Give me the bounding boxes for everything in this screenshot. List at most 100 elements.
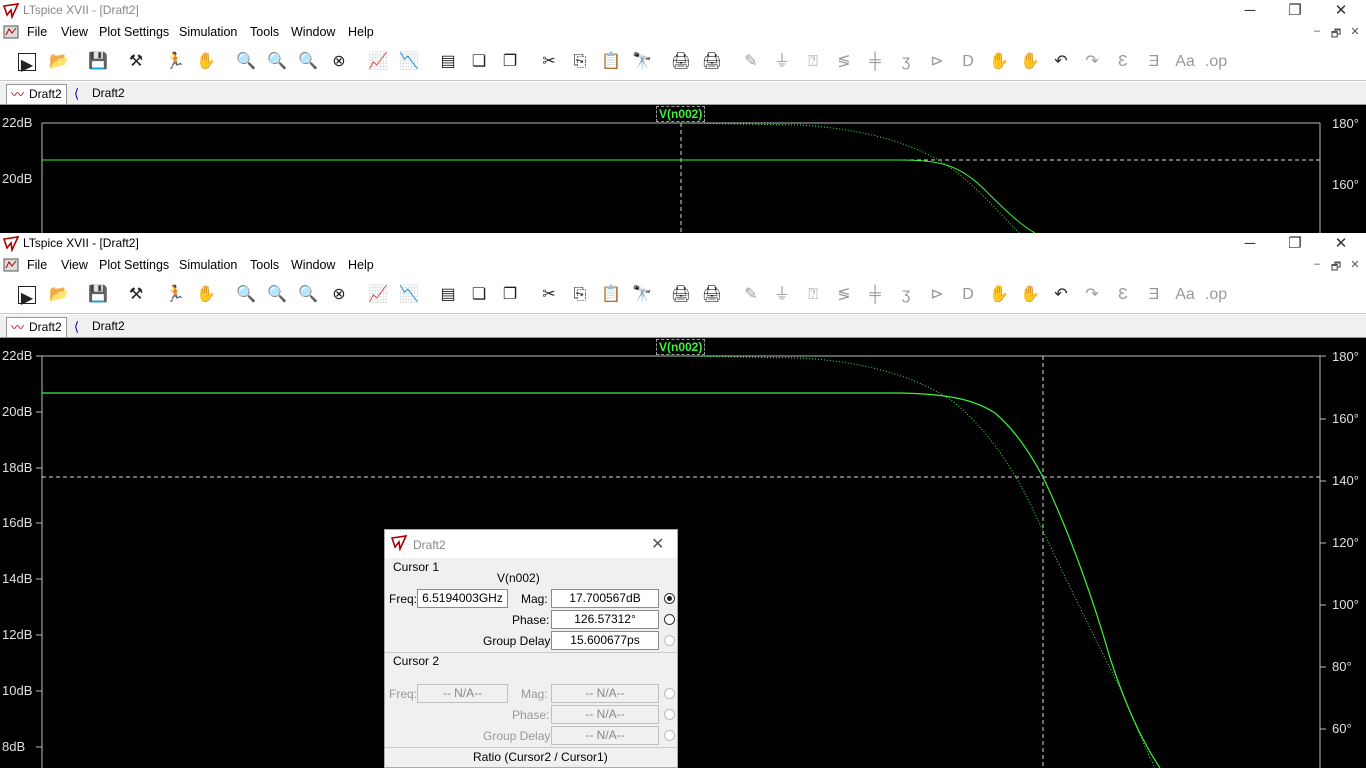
cursor1-phase-radio[interactable] — [664, 614, 675, 625]
cursor2-group-delay-field[interactable]: -- N/A-- — [551, 726, 659, 745]
diode-icon[interactable]: ⊳ — [925, 283, 949, 307]
print-icon[interactable]: 🖨 — [700, 283, 724, 307]
cursor1-freq-field[interactable]: 6.5194003GHz — [417, 589, 508, 608]
zoom-in-icon[interactable]: 🔍 — [234, 283, 258, 307]
tile-horizontal-icon[interactable]: ▤ — [436, 283, 460, 307]
zoom-area-icon[interactable]: 🔍 — [265, 50, 289, 74]
drag-icon[interactable]: ✋ — [1018, 50, 1042, 74]
tab-schematic[interactable]: ⟨ Draft2 — [70, 317, 129, 336]
minimize-button[interactable]: ─ — [1227, 0, 1273, 22]
move-icon[interactable]: ✋ — [987, 283, 1011, 307]
menu-simulation[interactable]: Simulation — [179, 25, 237, 39]
cursor1-group-delay-field[interactable]: 15.600677ps — [551, 631, 659, 650]
cursor2-mag-radio[interactable] — [664, 688, 675, 699]
cascade-icon[interactable]: ❏ — [467, 50, 491, 74]
rotate-icon[interactable]: Ɛ — [1111, 283, 1135, 307]
undo-icon[interactable]: ↶ — [1049, 283, 1073, 307]
paste-icon[interactable]: 📋 — [599, 50, 623, 74]
cut-icon[interactable]: ✂ — [537, 283, 561, 307]
zoom-cancel-icon[interactable]: ⊗ — [327, 50, 351, 74]
autorange-icon[interactable]: 📈 — [366, 50, 390, 74]
mirror-icon[interactable]: Ǝ — [1142, 283, 1166, 307]
menu-window[interactable]: Window — [291, 25, 335, 39]
document-icon[interactable] — [3, 24, 19, 40]
minimize-button[interactable]: ─ — [1227, 233, 1273, 255]
menu-help[interactable]: Help — [348, 25, 374, 39]
paste-icon[interactable]: 📋 — [599, 283, 623, 307]
open-folder-icon[interactable]: 📂 — [47, 283, 71, 307]
pan-hand-icon[interactable]: ✋ — [194, 283, 218, 307]
wire-icon[interactable]: ✎ — [739, 283, 763, 307]
close-icon[interactable]: ✕ — [651, 534, 664, 554]
close-button[interactable]: ✕ — [1318, 233, 1364, 255]
menu-view[interactable]: View — [61, 25, 88, 39]
mirror-icon[interactable]: Ǝ — [1142, 50, 1166, 74]
spice-directive-icon[interactable]: .op — [1204, 50, 1228, 74]
menu-tools[interactable]: Tools — [250, 258, 279, 272]
run-icon[interactable]: ▶ — [15, 50, 39, 74]
menu-file[interactable]: File — [27, 25, 47, 39]
component-icon[interactable]: D — [956, 283, 980, 307]
document-icon[interactable] — [3, 257, 19, 273]
plot-settings-icon[interactable]: 📉 — [397, 283, 421, 307]
print-preview-icon[interactable]: 🖨 — [669, 283, 693, 307]
cursor2-freq-field[interactable]: -- N/A-- — [417, 684, 508, 703]
text-icon[interactable]: Aa — [1173, 283, 1197, 307]
redo-icon[interactable]: ↷ — [1080, 50, 1104, 74]
cursor1-phase-field[interactable]: 126.57312° — [551, 610, 659, 629]
print-preview-icon[interactable]: 🖨 — [669, 50, 693, 74]
zoom-area-icon[interactable]: 🔍 — [265, 283, 289, 307]
trace-label[interactable]: V(n002) — [656, 339, 706, 355]
tab-waveform[interactable]: 〰 Draft2 — [6, 84, 67, 104]
label-net-icon[interactable]: ⍰ — [801, 283, 825, 307]
plot-settings-icon[interactable]: 📉 — [397, 50, 421, 74]
tile-vertical-icon[interactable]: ❐ — [498, 283, 522, 307]
ground-icon[interactable]: ⏚ — [770, 50, 794, 74]
run-man-icon[interactable]: 🏃 — [163, 283, 187, 307]
redo-icon[interactable]: ↷ — [1080, 283, 1104, 307]
tab-waveform[interactable]: 〰 Draft2 — [6, 317, 67, 337]
inductor-icon[interactable]: ʒ — [894, 50, 918, 74]
pan-hand-icon[interactable]: ✋ — [194, 50, 218, 74]
menu-help[interactable]: Help — [348, 258, 374, 272]
zoom-out-icon[interactable]: 🔍 — [296, 283, 320, 307]
run-icon[interactable]: ▶ — [15, 283, 39, 307]
cursor2-mag-field[interactable]: -- N/A-- — [551, 684, 659, 703]
wire-icon[interactable]: ✎ — [739, 50, 763, 74]
move-icon[interactable]: ✋ — [987, 50, 1011, 74]
mdi-close-button[interactable]: ✕ — [1347, 25, 1363, 38]
restore-button[interactable]: ❐ — [1272, 233, 1318, 255]
menu-plot-settings[interactable]: Plot Settings — [99, 25, 169, 39]
diode-icon[interactable]: ⊳ — [925, 50, 949, 74]
save-icon[interactable]: 💾 — [86, 283, 110, 307]
inductor-icon[interactable]: ʒ — [894, 283, 918, 307]
tile-horizontal-icon[interactable]: ▤ — [436, 50, 460, 74]
control-panel-icon[interactable]: ⚒ — [124, 50, 148, 74]
cursor2-group-delay-radio[interactable] — [664, 730, 675, 741]
zoom-cancel-icon[interactable]: ⊗ — [327, 283, 351, 307]
label-net-icon[interactable]: ⍰ — [801, 50, 825, 74]
cascade-icon[interactable]: ❏ — [467, 283, 491, 307]
copy-icon[interactable]: ⎘ — [568, 50, 592, 74]
plot-area[interactable]: V(n002) 22dB 20dB 18dB 16dB 14dB 12dB 10… — [0, 338, 1366, 768]
undo-icon[interactable]: ↶ — [1049, 50, 1073, 74]
cursor2-phase-field[interactable]: -- N/A-- — [551, 705, 659, 724]
close-button[interactable]: ✕ — [1318, 0, 1364, 22]
cursor2-phase-radio[interactable] — [664, 709, 675, 720]
component-icon[interactable]: D — [956, 50, 980, 74]
cursor1-group-delay-radio[interactable] — [664, 635, 675, 646]
capacitor-icon[interactable]: ╪ — [863, 50, 887, 74]
copy-icon[interactable]: ⎘ — [568, 283, 592, 307]
menu-window[interactable]: Window — [291, 258, 335, 272]
autorange-icon[interactable]: 📈 — [366, 283, 390, 307]
zoom-in-icon[interactable]: 🔍 — [234, 50, 258, 74]
plot-area[interactable]: V(n002) 22dB 20dB 180° 160° — [0, 105, 1366, 233]
cut-icon[interactable]: ✂ — [537, 50, 561, 74]
menu-view[interactable]: View — [61, 258, 88, 272]
mdi-minimize-button[interactable]: – — [1309, 258, 1325, 270]
save-icon[interactable]: 💾 — [86, 50, 110, 74]
open-folder-icon[interactable]: 📂 — [47, 50, 71, 74]
find-icon[interactable]: 🔭 — [630, 50, 654, 74]
control-panel-icon[interactable]: ⚒ — [124, 283, 148, 307]
menu-simulation[interactable]: Simulation — [179, 258, 237, 272]
